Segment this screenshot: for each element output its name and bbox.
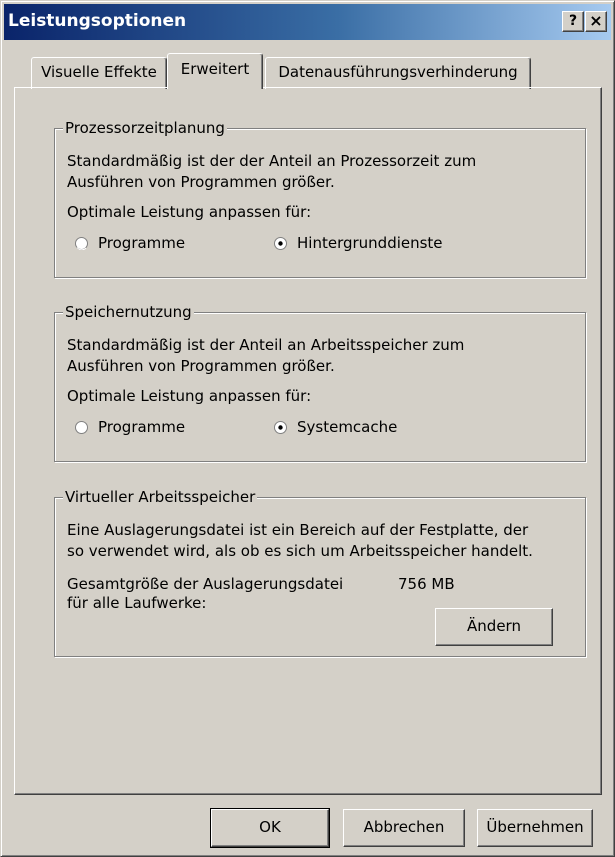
memory-usage-group: Speichernutzung Standardmäßig ist der An… bbox=[54, 302, 586, 462]
close-button[interactable]: × bbox=[585, 11, 607, 32]
radio-background-services[interactable] bbox=[274, 237, 287, 250]
group-title: Prozessorzeitplanung bbox=[63, 118, 227, 138]
processor-scheduling-group: Prozessorzeitplanung Standardmäßig ist d… bbox=[54, 118, 586, 278]
close-icon: × bbox=[589, 11, 603, 30]
radio-label[interactable]: Programme bbox=[98, 417, 185, 438]
description-line: Ausführen von Programmen größer. bbox=[67, 357, 335, 375]
tab-label: Datenausführungsverhinderung bbox=[278, 63, 518, 81]
radio-programs[interactable] bbox=[75, 237, 88, 250]
button-label: OK bbox=[259, 818, 281, 836]
button-label: Übernehmen bbox=[486, 818, 584, 836]
button-label: Ändern bbox=[467, 617, 521, 635]
radio-system-cache[interactable] bbox=[274, 421, 287, 434]
pagefile-size-label: Gesamtgröße der Auslagerungsdatei bbox=[67, 575, 344, 593]
change-button[interactable]: Ändern bbox=[435, 608, 553, 646]
tab-panel-advanced: Prozessorzeitplanung Standardmäßig ist d… bbox=[14, 87, 602, 795]
tab-data-execution-prevention[interactable]: Datenausführungsverhinderung bbox=[265, 57, 531, 89]
button-label: Abbrechen bbox=[363, 818, 445, 836]
group-title: Virtueller Arbeitsspeicher bbox=[63, 487, 258, 507]
radio-label[interactable]: Systemcache bbox=[297, 417, 397, 438]
help-button[interactable]: ? bbox=[562, 11, 584, 32]
description-line: Eine Auslagerungsdatei ist ein Bereich a… bbox=[67, 521, 529, 539]
tab-label: Erweitert bbox=[180, 60, 250, 78]
tab-visual-effects[interactable]: Visuelle Effekte bbox=[31, 57, 167, 89]
performance-options-dialog: Leistungsoptionen ? × Visuelle Effekte E… bbox=[0, 0, 615, 857]
window-title: Leistungsoptionen bbox=[8, 11, 187, 31]
help-icon: ? bbox=[568, 13, 578, 29]
pagefile-size-label: für alle Laufwerke: bbox=[67, 594, 207, 612]
virtual-memory-group: Virtueller Arbeitsspeicher Eine Auslager… bbox=[54, 487, 586, 657]
radio-programs[interactable] bbox=[75, 421, 88, 434]
pagefile-size-value: 756 MB bbox=[398, 575, 455, 593]
adjust-label: Optimale Leistung anpassen für: bbox=[67, 387, 312, 405]
description-line: Standardmäßig ist der Anteil an Arbeitss… bbox=[67, 336, 465, 354]
tab-label: Visuelle Effekte bbox=[41, 63, 157, 81]
description-line: Ausführen von Programmen größer. bbox=[67, 173, 335, 191]
group-title: Speichernutzung bbox=[63, 302, 194, 322]
tab-advanced[interactable]: Erweitert bbox=[167, 53, 263, 89]
description-line: Standardmäßig ist der der Anteil an Proz… bbox=[67, 152, 477, 170]
adjust-label: Optimale Leistung anpassen für: bbox=[67, 203, 312, 221]
title-bar[interactable]: Leistungsoptionen ? × bbox=[4, 4, 611, 40]
cancel-button[interactable]: Abbrechen bbox=[343, 809, 465, 847]
radio-label[interactable]: Hintergrunddienste bbox=[297, 233, 443, 254]
radio-label[interactable]: Programme bbox=[98, 233, 185, 254]
apply-button[interactable]: Übernehmen bbox=[477, 809, 593, 847]
description-line: so verwendet wird, als ob es sich um Arb… bbox=[67, 542, 533, 560]
ok-button[interactable]: OK bbox=[210, 808, 330, 848]
